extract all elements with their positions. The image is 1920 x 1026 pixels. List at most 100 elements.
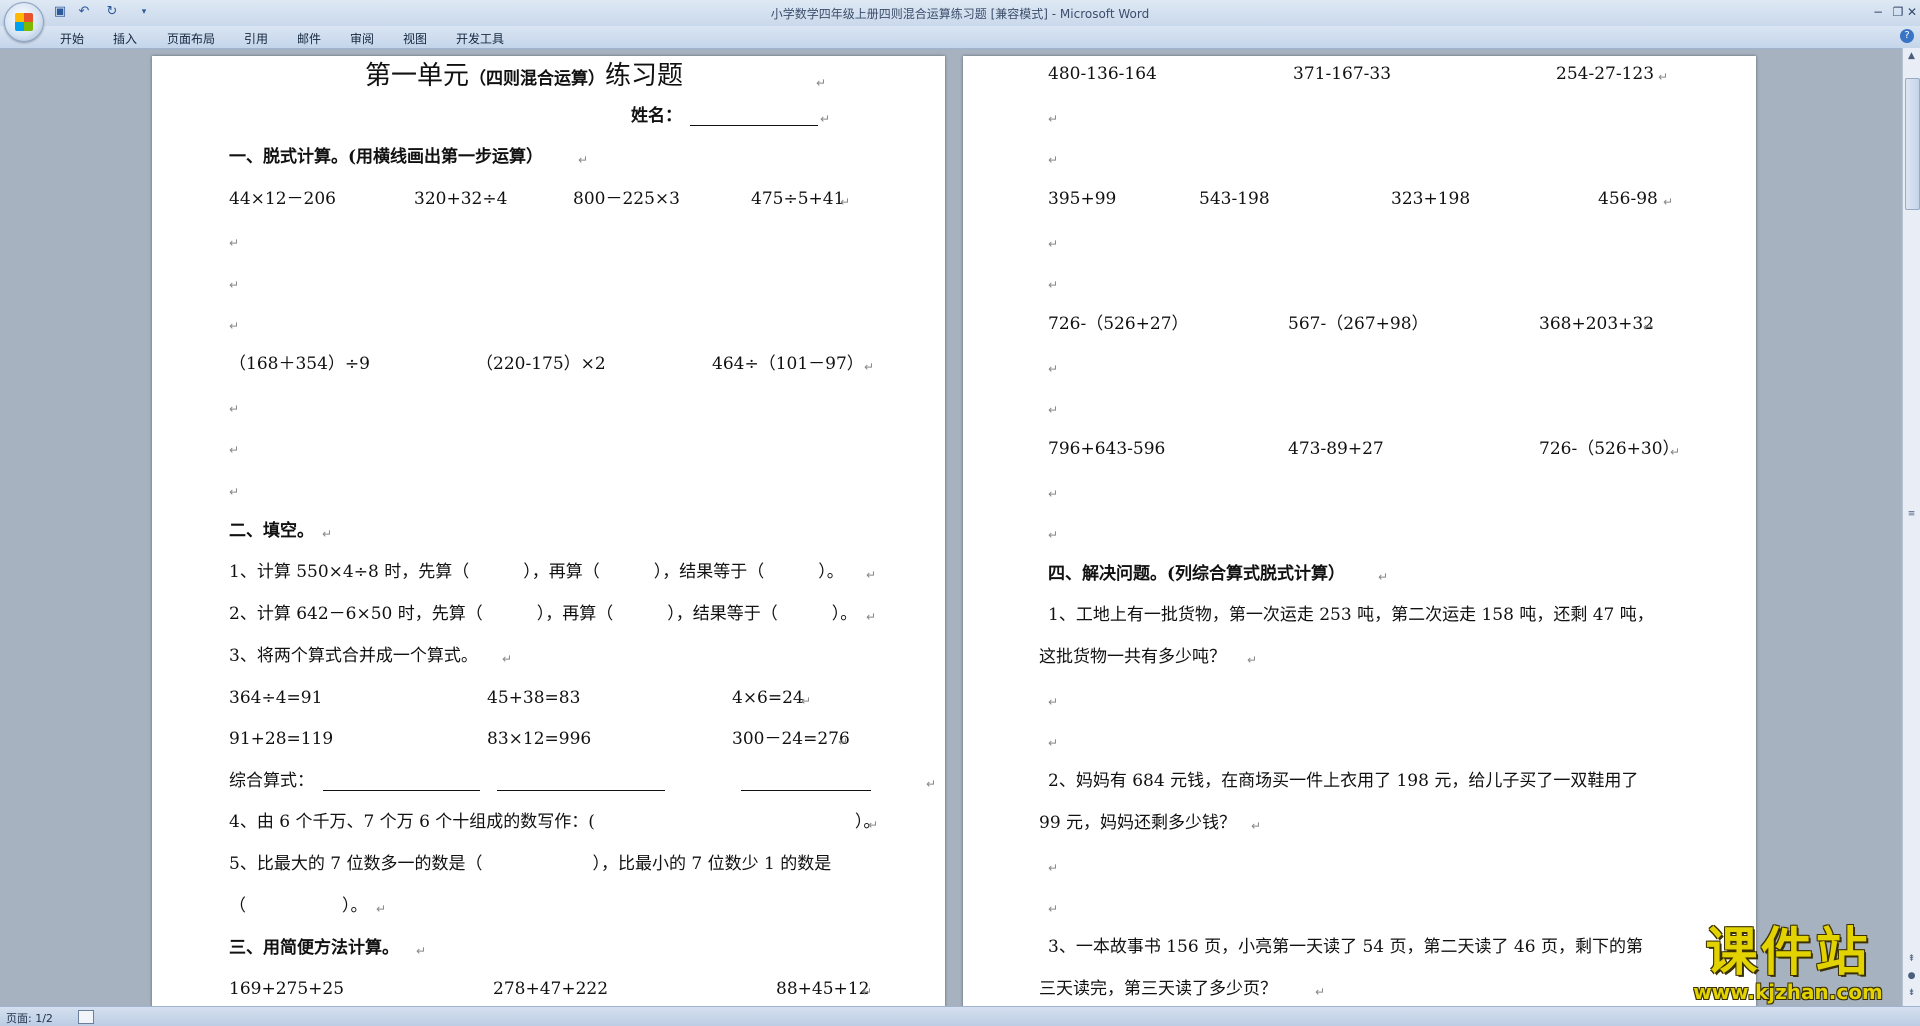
paragraph-mark: ↵ xyxy=(838,735,849,749)
tab-home[interactable]: 开始 xyxy=(60,30,84,47)
window-title: 小学数学四年级上册四则混合运算练习题 [兼容模式] - Microsoft Wo… xyxy=(770,7,1150,21)
paragraph-mark: ↵ xyxy=(864,360,875,374)
proofing-icon[interactable] xyxy=(78,1010,94,1024)
paragraph-mark: ↵ xyxy=(229,236,240,250)
exercise-item: 44×12－206 xyxy=(229,189,336,209)
paragraph-mark: ↵ xyxy=(229,485,240,499)
paragraph-mark: ↵ xyxy=(926,777,937,791)
question-4: 4、由 6 个千万、7 个万 6 个十组成的数写作：(）。 xyxy=(229,812,881,832)
exercise-item: 278+47+222 xyxy=(493,979,609,999)
exercise-item: （220-175）×2 xyxy=(476,354,606,374)
paragraph-mark: ↵ xyxy=(866,610,877,624)
exercise-item: 473-89+27 xyxy=(1288,439,1384,459)
paragraph-mark: ↵ xyxy=(229,319,240,333)
paragraph-mark: ↵ xyxy=(1048,153,1059,167)
paragraph-mark: ↵ xyxy=(1663,195,1674,209)
exercise-item: 323+198 xyxy=(1391,189,1471,209)
tab-page-layout[interactable]: 页面布局 xyxy=(167,30,215,47)
paragraph-mark: ↵ xyxy=(1048,487,1059,501)
section-2-heading: 二、填空。 xyxy=(229,521,314,541)
office-button[interactable] xyxy=(4,2,44,42)
exercise-item: 464÷（101－97） xyxy=(712,354,864,374)
exercise-item: 320+32÷4 xyxy=(414,189,508,209)
ribbon-tabs: 开始 插入 页面布局 引用 邮件 审阅 视图 开发工具 ? xyxy=(0,26,1920,49)
tab-review[interactable]: 审阅 xyxy=(350,30,374,47)
paragraph-mark: ↵ xyxy=(1048,528,1059,542)
paragraph-mark: ↵ xyxy=(801,694,812,708)
paragraph-mark: ↵ xyxy=(1048,861,1059,875)
paragraph-mark: ↵ xyxy=(840,195,851,209)
paragraph-mark: ↵ xyxy=(322,527,333,541)
paragraph-mark: ↵ xyxy=(1643,320,1654,334)
document-page-2[interactable]: 480-136-164 371-167-33 254-27-123 ↵ ↵ ↵ … xyxy=(963,56,1756,1008)
browse-object-icon[interactable]: ● xyxy=(1905,970,1918,983)
exercise-item: 726-（526+30） xyxy=(1539,439,1680,459)
help-icon[interactable]: ? xyxy=(1900,29,1914,43)
paragraph-mark: ↵ xyxy=(1315,985,1326,999)
equation: 83×12=996 xyxy=(487,729,592,749)
equation: 45+38=83 xyxy=(487,688,581,708)
problem-3-cont: 三天读完，第三天读了多少页？ xyxy=(1039,979,1277,999)
tab-developer[interactable]: 开发工具 xyxy=(456,30,504,47)
scroll-thumb[interactable] xyxy=(1905,78,1920,210)
paragraph-mark: ↵ xyxy=(1048,237,1059,251)
tab-mailings[interactable]: 邮件 xyxy=(297,30,321,47)
combined-formula-label: 综合算式： xyxy=(229,771,314,791)
paragraph-mark: ↵ xyxy=(229,443,240,457)
paragraph-mark: ↵ xyxy=(1048,362,1059,376)
exercise-item: 543-198 xyxy=(1199,189,1270,209)
paragraph-mark: ↵ xyxy=(578,153,589,167)
paragraph-mark: ↵ xyxy=(1048,112,1059,126)
paragraph-mark: ↵ xyxy=(1048,278,1059,292)
paragraph-mark: ↵ xyxy=(866,568,877,582)
paragraph-mark: ↵ xyxy=(1048,403,1059,417)
watermark-logo: 课件站 www.kjzhan.com xyxy=(1672,925,1904,1005)
exercise-item: 800－225×3 xyxy=(573,189,680,209)
exercise-item: 169+275+25 xyxy=(229,979,345,999)
exercise-item: 456-98 xyxy=(1598,189,1658,209)
paragraph-mark: ↵ xyxy=(416,944,427,958)
previous-page-icon[interactable]: ⇞ xyxy=(1905,953,1918,966)
paragraph-mark: ↵ xyxy=(376,902,387,916)
paragraph-mark: ↵ xyxy=(820,112,831,126)
problem-1-cont: 这批货物一共有多少吨？ xyxy=(1039,647,1226,667)
equation: 4×6=24 xyxy=(732,688,804,708)
equation: 364÷4=91 xyxy=(229,688,323,708)
answer-blank[interactable] xyxy=(497,789,665,791)
next-page-icon[interactable]: ⇟ xyxy=(1905,987,1918,1000)
paragraph-mark: ↵ xyxy=(1048,695,1059,709)
exercise-item: 368+203+32 xyxy=(1539,314,1655,334)
paragraph-mark: ↵ xyxy=(1670,445,1681,459)
problem-2: 2、妈妈有 684 元钱，在商场买一件上衣用了 198 元，给儿子买了一双鞋用了 xyxy=(1048,771,1639,791)
tab-view[interactable]: 视图 xyxy=(403,30,427,47)
paragraph-mark: ↵ xyxy=(1247,653,1258,667)
equation: 91+28=119 xyxy=(229,729,334,749)
problem-1: 1、工地上有一批货物，第一次运走 253 吨，第二次运走 158 吨，还剩 47… xyxy=(1048,605,1654,625)
exercise-item: 395+99 xyxy=(1048,189,1117,209)
name-blank[interactable] xyxy=(690,124,818,126)
vertical-scrollbar[interactable]: ▲ ≡ ⇞ ● ⇟ xyxy=(1902,48,1920,1006)
question-5-cont: （）。 xyxy=(229,896,368,916)
equation: 300－24=276 xyxy=(732,729,850,749)
tab-references[interactable]: 引用 xyxy=(244,30,268,47)
answer-blank[interactable] xyxy=(741,789,871,791)
page-counter[interactable]: 页面: 1/2 xyxy=(6,1010,53,1026)
answer-blank[interactable] xyxy=(323,789,480,791)
question-2: 2、计算 642－6×50 时，先算（ ），再算（ ），结果等于（）。 xyxy=(229,604,858,624)
tab-insert[interactable]: 插入 xyxy=(113,30,137,47)
watermark-text: 课件站 xyxy=(1705,923,1871,983)
exercise-item: 371-167-33 xyxy=(1293,64,1392,84)
exercise-item: 480-136-164 xyxy=(1048,64,1157,84)
section-3-heading: 三、用简便方法计算。 xyxy=(229,938,399,958)
exercise-item: （168＋354）÷9 xyxy=(229,354,370,374)
name-label: 姓名： xyxy=(631,106,682,126)
status-bar: 页面: 1/2 xyxy=(0,1006,1920,1026)
document-page-1[interactable]: 第一单元（四则混合运算）练习题 ↵ 姓名： ↵ 一、脱式计算。(用横线画出第一步… xyxy=(152,56,945,1008)
close-icon[interactable]: ✕ xyxy=(1900,3,1920,21)
section-4-heading: 四、解决问题。(列综合算式脱式计算） xyxy=(1048,564,1346,584)
problem-3: 3、一本故事书 156 页，小亮第一天读了 54 页，第二天读了 46 页，剩下… xyxy=(1048,937,1643,957)
scroll-up-icon[interactable]: ▲ xyxy=(1905,50,1918,63)
watermark-url: www.kjzhan.com xyxy=(1693,980,1883,1004)
paragraph-mark: ↵ xyxy=(229,402,240,416)
exercise-item: 796+643-596 xyxy=(1048,439,1166,459)
